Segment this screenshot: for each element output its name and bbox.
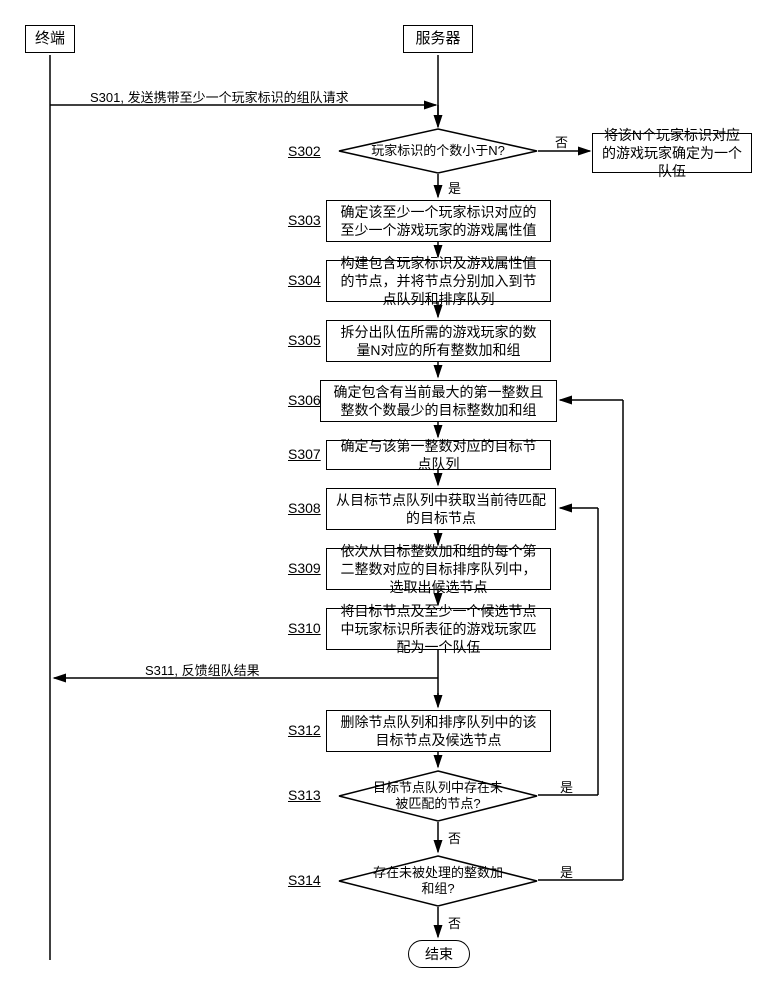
s302-yes: 是 — [448, 178, 461, 197]
s304-step: 构建包含玩家标识及游戏属性值的节点，并将节点分别加入到节点队列和排序队列 — [326, 260, 551, 302]
s313-yes: 是 — [560, 777, 573, 796]
s314-label: S314 — [288, 872, 321, 888]
s312-step: 删除节点队列和排序队列中的该目标节点及候选节点 — [326, 710, 551, 752]
s313-decision: 目标节点队列中存在未被匹配的节点? — [338, 770, 538, 822]
server-actor: 服务器 — [403, 25, 473, 53]
s314-no: 否 — [448, 913, 461, 932]
s314-decision: 存在未被处理的整数加和组? — [338, 855, 538, 907]
s301-message: S301, 发送携带至少一个玩家标识的组队请求 — [90, 87, 349, 106]
s310-step: 将目标节点及至少一个候选节点中玩家标识所表征的游戏玩家匹配为一个队伍 — [326, 608, 551, 650]
s308-step: 从目标节点队列中获取当前待匹配的目标节点 — [326, 488, 556, 530]
s308-label: S308 — [288, 500, 321, 516]
s307-step: 确定与该第一整数对应的目标节点队列 — [326, 440, 551, 470]
s307-label: S307 — [288, 446, 321, 462]
terminal-actor: 终端 — [25, 25, 75, 53]
s309-label: S309 — [288, 560, 321, 576]
s309-step: 依次从目标整数加和组的每个第二整数对应的目标排序队列中，选取出候选节点 — [326, 548, 551, 590]
s302-no-action: 将该N个玩家标识对应的游戏玩家确定为一个队伍 — [592, 133, 752, 173]
end-terminator: 结束 — [408, 940, 470, 968]
s303-step: 确定该至少一个玩家标识对应的至少一个游戏玩家的游戏属性值 — [326, 200, 551, 242]
s311-message: S311, 反馈组队结果 — [145, 660, 260, 679]
s305-step: 拆分出队伍所需的游戏玩家的数量N对应的所有整数加和组 — [326, 320, 551, 362]
s314-yes: 是 — [560, 862, 573, 881]
s312-label: S312 — [288, 722, 321, 738]
s304-label: S304 — [288, 272, 321, 288]
s306-step: 确定包含有当前最大的第一整数且整数个数最少的目标整数加和组 — [320, 380, 557, 422]
s302-label: S302 — [288, 143, 321, 159]
terminal-label: 终端 — [35, 29, 65, 49]
s310-label: S310 — [288, 620, 321, 636]
s303-label: S303 — [288, 212, 321, 228]
s313-label: S313 — [288, 787, 321, 803]
s306-label: S306 — [288, 392, 321, 408]
s313-no: 否 — [448, 828, 461, 847]
s305-label: S305 — [288, 332, 321, 348]
s302-decision: 玩家标识的个数小于N? — [338, 128, 538, 174]
s302-no: 否 — [555, 132, 568, 151]
server-label: 服务器 — [415, 29, 460, 49]
